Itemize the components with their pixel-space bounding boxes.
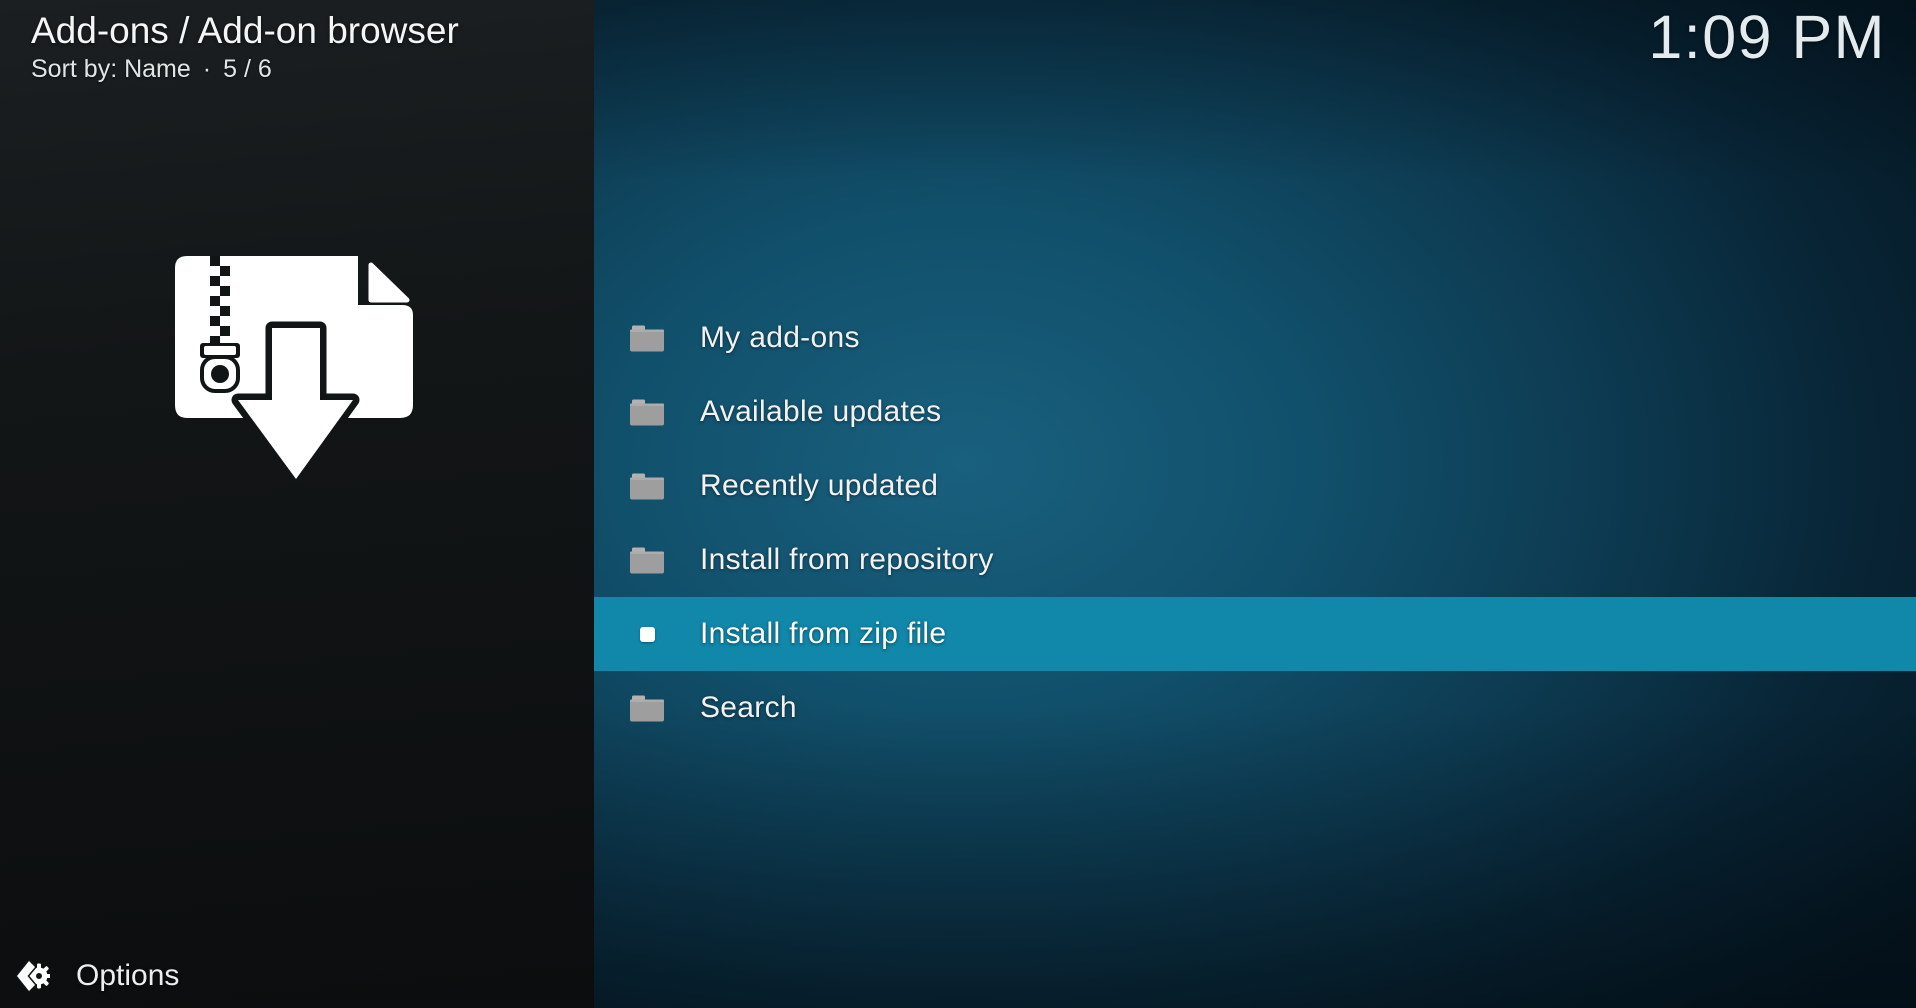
menu-item[interactable]: Available updates xyxy=(594,375,1916,449)
options-label: Options xyxy=(76,959,180,992)
menu-item[interactable]: Recently updated xyxy=(594,449,1916,523)
menu-item-label: Recently updated xyxy=(700,469,939,502)
square-bullet-icon xyxy=(639,626,655,642)
menu-item-label: Install from zip file xyxy=(700,617,947,650)
item-position: 5 / 6 xyxy=(223,54,272,83)
folder-icon xyxy=(630,694,664,722)
sort-status: Sort by: Name · 5 / 6 xyxy=(31,55,594,84)
menu-item-label: My add-ons xyxy=(700,321,860,354)
square-bullet-icon xyxy=(630,620,664,648)
menu-item-label: Install from repository xyxy=(700,543,994,576)
addon-menu: My add-ons Available updates Recently up… xyxy=(594,301,1916,745)
options-button[interactable]: Options xyxy=(0,952,594,1000)
zip-file-download-icon xyxy=(170,253,420,493)
sidebar: Add-ons / Add-on browser Sort by: Name · 5… xyxy=(0,0,594,1008)
menu-item[interactable]: Install from zip file xyxy=(594,597,1916,671)
folder-icon xyxy=(630,324,664,352)
addon-browser-panel: My add-ons Available updates Recently up… xyxy=(594,0,1916,1008)
page-title: Add-ons / Add-on browser xyxy=(31,10,459,51)
separator-dot: · xyxy=(202,54,212,83)
folder-icon xyxy=(630,472,664,500)
folder-icon xyxy=(630,546,664,574)
menu-item[interactable]: Install from repository xyxy=(594,523,1916,597)
menu-item-label: Available updates xyxy=(700,395,942,428)
folder-icon xyxy=(630,398,664,426)
sort-label: Sort by: Name xyxy=(31,54,191,83)
menu-item[interactable]: Search xyxy=(594,671,1916,745)
header: Add-ons / Add-on browser Sort by: Name · 5… xyxy=(0,0,594,84)
menu-item[interactable]: My add-ons xyxy=(594,301,1916,375)
menu-item-label: Search xyxy=(700,691,797,724)
clock: 1:09 PM xyxy=(1648,3,1886,71)
options-gear-chevron-icon xyxy=(14,959,52,993)
